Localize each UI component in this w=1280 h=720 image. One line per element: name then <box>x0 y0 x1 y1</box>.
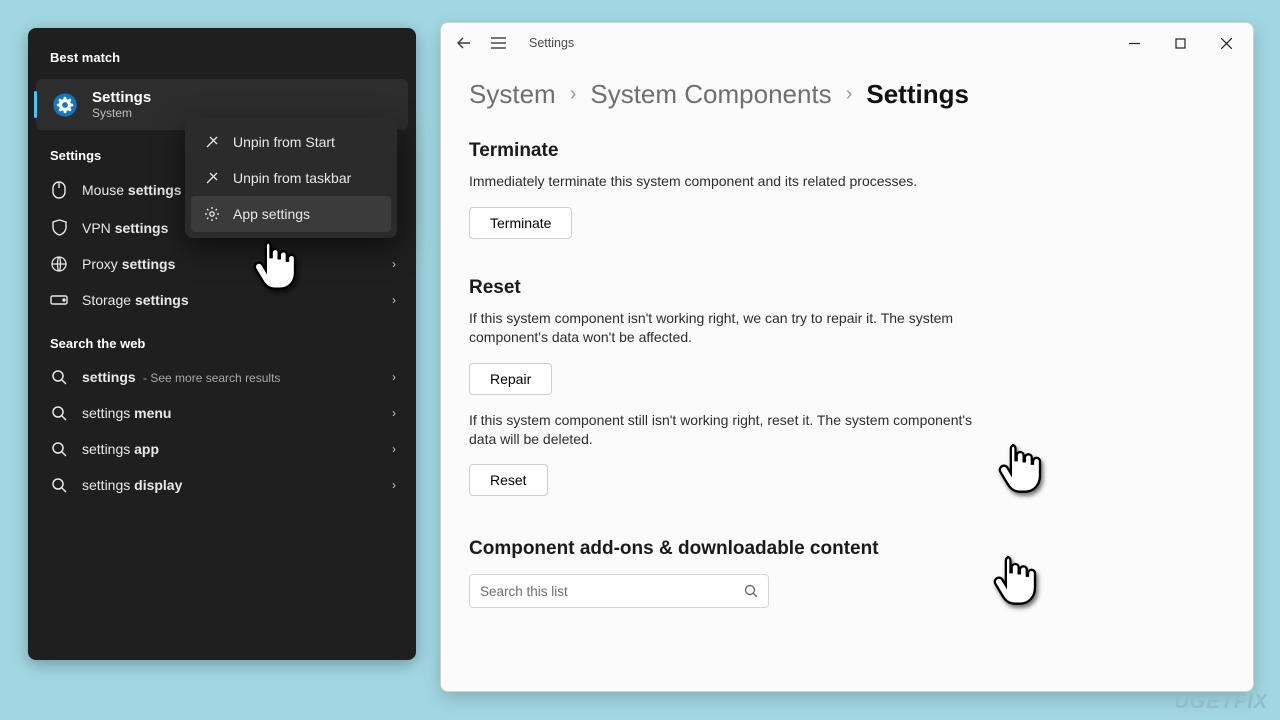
chevron-right-icon: › <box>392 370 396 384</box>
unpin-icon <box>203 170 221 186</box>
reset-desc: If this system component still isn't wor… <box>469 411 989 449</box>
unpin-icon <box>203 134 221 150</box>
close-button[interactable] <box>1203 27 1249 59</box>
ctx-unpin-start[interactable]: Unpin from Start <box>191 124 391 160</box>
crumb-components[interactable]: System Components <box>590 79 831 110</box>
maximize-button[interactable] <box>1157 27 1203 59</box>
search-placeholder: Search this list <box>480 584 736 599</box>
crumb-system[interactable]: System <box>469 79 556 110</box>
window-title: Settings <box>529 36 574 50</box>
globe-icon <box>50 256 68 272</box>
breadcrumb: System › System Components › Settings <box>469 79 1225 110</box>
chevron-right-icon: › <box>846 83 853 106</box>
best-match-title: Settings <box>92 89 151 106</box>
repair-button[interactable]: Repair <box>469 363 552 395</box>
best-match-subtitle: System <box>92 106 151 120</box>
terminate-heading: Terminate <box>469 140 1225 162</box>
best-match-heading: Best match <box>28 50 416 79</box>
chevron-right-icon: › <box>570 83 577 106</box>
drive-icon <box>50 295 68 305</box>
search-icon <box>50 370 68 385</box>
ctx-app-settings[interactable]: App settings <box>191 196 391 232</box>
settings-window: Settings System › System Components › Se… <box>440 22 1254 692</box>
gear-icon <box>203 206 221 222</box>
minimize-button[interactable] <box>1111 27 1157 59</box>
watermark: UGETFIX <box>1174 691 1268 714</box>
addons-heading: Component add-ons & downloadable content <box>469 538 1225 560</box>
chevron-right-icon: › <box>392 478 396 492</box>
nav-menu-button[interactable] <box>489 34 507 52</box>
web-item-menu[interactable]: settings menu › <box>28 395 416 431</box>
context-menu: Unpin from Start Unpin from taskbar App … <box>185 118 397 238</box>
repair-desc: If this system component isn't working r… <box>469 309 989 347</box>
terminate-desc: Immediately terminate this system compon… <box>469 172 989 191</box>
settings-app-icon <box>50 90 80 120</box>
settings-item-storage[interactable]: Storage settings › <box>28 282 416 318</box>
chevron-right-icon: › <box>392 293 396 307</box>
crumb-current: Settings <box>866 79 969 110</box>
search-icon <box>50 478 68 493</box>
titlebar: Settings <box>441 23 1253 63</box>
web-section-heading: Search the web <box>28 318 416 359</box>
shield-icon <box>50 219 68 236</box>
web-item-settings[interactable]: settings - See more search results › <box>28 359 416 395</box>
addons-search-input[interactable]: Search this list <box>469 574 769 608</box>
terminate-button[interactable]: Terminate <box>469 207 572 239</box>
chevron-right-icon: › <box>392 442 396 456</box>
back-button[interactable] <box>455 34 473 52</box>
chevron-right-icon: › <box>392 406 396 420</box>
reset-button[interactable]: Reset <box>469 464 548 496</box>
ctx-unpin-taskbar[interactable]: Unpin from taskbar <box>191 160 391 196</box>
mouse-icon <box>50 181 68 199</box>
search-icon <box>50 406 68 421</box>
search-icon <box>50 442 68 457</box>
web-item-app[interactable]: settings app › <box>28 431 416 467</box>
search-icon <box>744 584 758 598</box>
reset-heading: Reset <box>469 277 1225 299</box>
web-item-display[interactable]: settings display › <box>28 467 416 503</box>
settings-item-proxy[interactable]: Proxy settings › <box>28 246 416 282</box>
chevron-right-icon: › <box>392 257 396 271</box>
